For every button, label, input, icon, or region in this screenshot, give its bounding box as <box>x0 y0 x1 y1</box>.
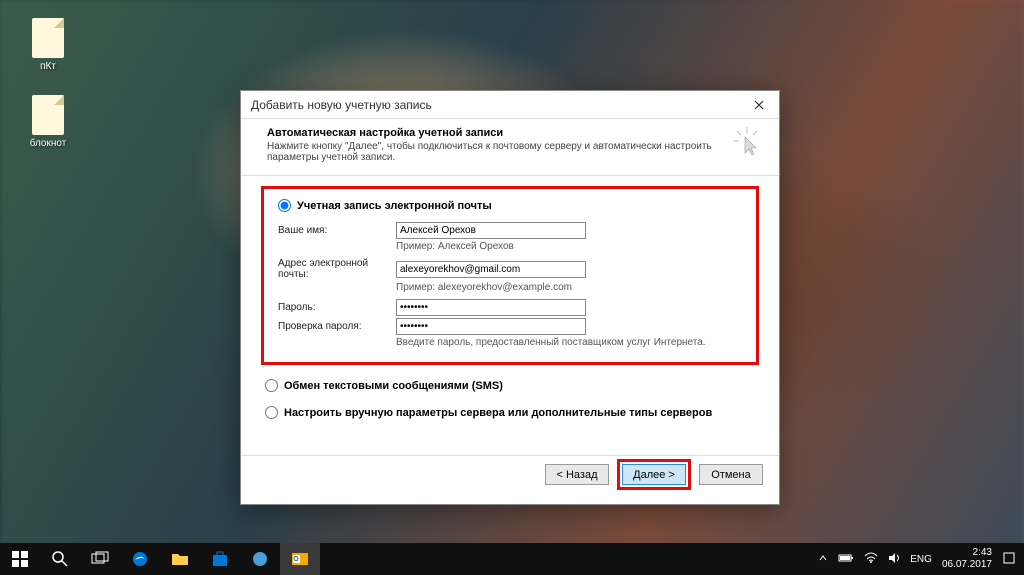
desktop-icon[interactable]: пКт <box>18 18 78 72</box>
window-title: Добавить новую учетную запись <box>251 98 432 112</box>
radio-sms-label: Обмен текстовыми сообщениями (SMS) <box>284 380 503 392</box>
password2-label: Проверка пароля: <box>278 321 396 332</box>
svg-text:O: O <box>293 556 299 563</box>
next-button[interactable]: Далее > <box>622 464 686 485</box>
taskview-button[interactable] <box>80 543 120 575</box>
edge-app[interactable] <box>120 543 160 575</box>
password-input[interactable] <box>396 299 586 316</box>
chat-app[interactable] <box>240 543 280 575</box>
close-button[interactable] <box>745 95 773 115</box>
chat-icon <box>251 550 269 568</box>
taskbar: O ENG 2:43 06.07.2017 <box>0 543 1024 575</box>
header-subtitle: Нажмите кнопку "Далее", чтобы подключить… <box>267 141 719 163</box>
time: 2:43 <box>942 547 992 559</box>
battery-icon[interactable] <box>838 553 854 566</box>
desktop-icon-label: пКт <box>18 61 78 72</box>
titlebar: Добавить новую учетную запись <box>241 91 779 119</box>
cursor-decoration-icon <box>733 127 761 159</box>
dialog-header: Автоматическая настройка учетной записи … <box>241 119 779 176</box>
explorer-app[interactable] <box>160 543 200 575</box>
language-indicator[interactable]: ENG <box>910 554 932 565</box>
password-label: Пароль: <box>278 302 396 313</box>
email-label: Адрес электронной почты: <box>278 258 396 280</box>
radio-email-account[interactable] <box>278 199 291 212</box>
name-input[interactable] <box>396 222 586 239</box>
radio-email-label: Учетная запись электронной почты <box>297 200 492 212</box>
edge-icon <box>131 550 149 568</box>
next-button-highlight: Далее > <box>617 459 691 490</box>
radio-manual[interactable] <box>265 406 278 419</box>
search-button[interactable] <box>40 543 80 575</box>
close-icon <box>754 100 764 110</box>
cancel-button[interactable]: Отмена <box>699 464 763 485</box>
start-button[interactable] <box>0 543 40 575</box>
folder-icon <box>171 550 189 568</box>
windows-icon <box>11 550 29 568</box>
back-button[interactable]: < Назад <box>545 464 609 485</box>
desktop-icon-label: блокнот <box>18 138 78 149</box>
radio-sms[interactable] <box>265 379 278 392</box>
store-icon <box>211 550 229 568</box>
email-account-section-highlight: Учетная запись электронной почты Ваше им… <box>261 186 759 365</box>
outlook-app[interactable]: O <box>280 543 320 575</box>
email-hint: Пример: alexeyorekhov@example.com <box>396 282 742 293</box>
password-confirm-input[interactable] <box>396 318 586 335</box>
email-input[interactable] <box>396 261 586 278</box>
header-title: Автоматическая настройка учетной записи <box>267 127 503 139</box>
password-hint: Введите пароль, предоставленный поставщи… <box>396 337 742 348</box>
clock[interactable]: 2:43 06.07.2017 <box>942 547 992 571</box>
name-hint: Пример: Алексей Орехов <box>396 241 742 252</box>
radio-manual-label: Настроить вручную параметры сервера или … <box>284 407 712 419</box>
tray-up-icon[interactable] <box>818 553 828 566</box>
sound-icon[interactable] <box>888 552 900 567</box>
desktop-icon[interactable]: блокнот <box>18 95 78 149</box>
notifications-icon[interactable] <box>1002 551 1016 568</box>
system-tray: ENG 2:43 06.07.2017 <box>818 547 1024 571</box>
wifi-icon[interactable] <box>864 552 878 567</box>
taskview-icon <box>91 550 109 568</box>
name-label: Ваше имя: <box>278 225 396 236</box>
add-account-dialog: Добавить новую учетную запись Автоматиче… <box>240 90 780 505</box>
outlook-icon: O <box>291 550 309 568</box>
dialog-buttons: < Назад Далее > Отмена <box>545 459 763 490</box>
search-icon <box>51 550 69 568</box>
store-app[interactable] <box>200 543 240 575</box>
date: 06.07.2017 <box>942 559 992 571</box>
